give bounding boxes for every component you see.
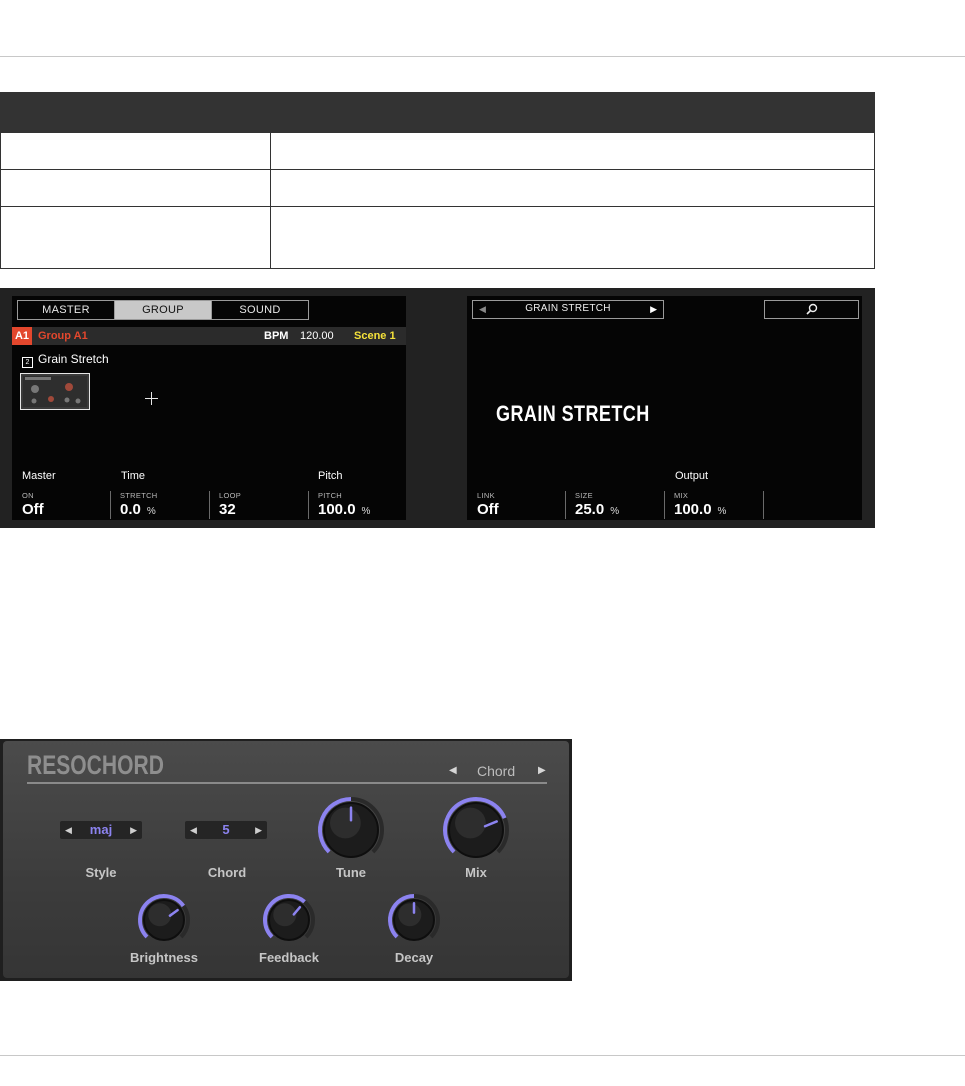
search-icon	[806, 303, 818, 315]
left-display: MASTER GROUP SOUND A1 Group A1 BPM 120.0…	[12, 296, 406, 520]
param-label: STRETCH	[120, 491, 158, 500]
plugin-thumbnail-icon	[23, 376, 87, 407]
table-cell	[0, 132, 271, 170]
resochord-panel: RESOCHORD ◀ Chord ▶ ◀ maj ▶ Style ◀ 5 ▶ …	[0, 739, 572, 981]
param-value[interactable]: 0.0%	[120, 501, 156, 518]
param-value-text: 0.0	[120, 501, 141, 518]
param-value-text: 25.0	[575, 501, 605, 518]
mode-tabs: MASTER GROUP SOUND	[17, 300, 309, 320]
mix-label: Mix	[465, 865, 487, 880]
table-cell	[270, 206, 875, 269]
brightness-label: Brightness	[130, 950, 198, 965]
param-value[interactable]: 100.0%	[674, 501, 726, 518]
param-label: SIZE	[575, 491, 593, 500]
param-unit: %	[146, 506, 156, 517]
search-button[interactable]	[764, 300, 859, 319]
param-unit: %	[610, 506, 620, 517]
table-row	[0, 169, 875, 207]
table-row	[0, 206, 875, 269]
param-label: PITCH	[318, 491, 342, 500]
param-value-text: 32	[219, 501, 236, 518]
scene-label: Scene 1	[354, 330, 396, 342]
table-header-row	[0, 92, 875, 133]
param-label: LOOP	[219, 491, 242, 500]
param-unit: %	[717, 506, 727, 517]
group-name: Group A1	[38, 330, 88, 342]
table-header-cell	[0, 92, 271, 133]
param-divider	[308, 491, 309, 519]
section-time: Time	[121, 470, 146, 482]
param-divider	[565, 491, 566, 519]
section-master: Master	[22, 470, 56, 482]
knobs-layer	[138, 797, 509, 941]
param-divider	[763, 491, 764, 519]
param-value[interactable]: 100.0%	[318, 501, 370, 518]
param-divider	[110, 491, 111, 519]
add-plugin-icon[interactable]	[145, 392, 158, 405]
table-cell	[270, 169, 875, 207]
param-value[interactable]: Off	[22, 501, 44, 518]
param-divider	[209, 491, 210, 519]
plugin-thumbnail[interactable]	[20, 373, 90, 410]
tab-sound[interactable]: SOUND	[212, 301, 308, 319]
tab-master[interactable]: MASTER	[18, 301, 115, 319]
decay-knob[interactable]	[388, 894, 440, 941]
section-output: Output	[675, 470, 709, 482]
plugin-name: Grain Stretch	[38, 352, 109, 366]
mix-knob[interactable]	[443, 797, 509, 858]
table-row	[0, 132, 875, 170]
param-value[interactable]: Off	[477, 501, 499, 518]
decay-label: Decay	[394, 950, 434, 965]
feedback-label: Feedback	[259, 950, 319, 965]
table-cell	[270, 132, 875, 170]
param-value-text: Off	[22, 501, 44, 518]
param-value[interactable]: 25.0%	[575, 501, 619, 518]
bpm-label: BPM	[264, 330, 289, 342]
tab-group[interactable]: GROUP	[115, 301, 212, 319]
parameter-table	[0, 92, 875, 269]
table-header-cell	[270, 92, 875, 133]
param-label: ON	[22, 491, 34, 500]
feedback-knob[interactable]	[262, 894, 315, 941]
table-cell	[0, 206, 271, 269]
footer-rule	[0, 1055, 965, 1056]
resochord-panel-body: RESOCHORD ◀ Chord ▶ ◀ maj ▶ Style ◀ 5 ▶ …	[3, 741, 569, 978]
header-rule	[0, 56, 965, 57]
param-divider	[664, 491, 665, 519]
bpm-value: 120.00	[300, 330, 334, 342]
section-pitch: Pitch	[318, 470, 343, 482]
plugin-navigator: ◀ GRAIN STRETCH ▶	[472, 300, 664, 319]
table-cell	[0, 169, 271, 207]
plugin-slot-icon: 2	[22, 357, 33, 368]
param-unit: %	[361, 506, 371, 517]
plugin-logo-title: GRAIN STRETCH	[496, 401, 650, 426]
param-label: LINK	[477, 491, 495, 500]
param-value-text: 100.0	[318, 501, 356, 518]
param-label: MIX	[674, 491, 689, 500]
group-bar: A1 Group A1 BPM 120.00 Scene 1	[12, 327, 406, 345]
param-value-text: 100.0	[674, 501, 712, 518]
param-value[interactable]: 32	[219, 501, 236, 518]
tune-label: Tune	[335, 865, 367, 880]
param-value-text: Off	[477, 501, 499, 518]
brightness-knob[interactable]	[138, 894, 190, 941]
plugin-title: 2 Grain Stretch	[22, 352, 109, 368]
tune-knob[interactable]	[318, 797, 384, 858]
right-display: ◀ GRAIN STRETCH ▶ GRAIN STRETCH Output L…	[467, 296, 862, 520]
navigator-title: GRAIN STRETCH	[525, 303, 611, 314]
next-arrow-icon[interactable]: ▶	[650, 304, 657, 315]
group-id-badge: A1	[12, 327, 32, 345]
hardware-displays: MASTER GROUP SOUND A1 Group A1 BPM 120.0…	[0, 288, 875, 528]
